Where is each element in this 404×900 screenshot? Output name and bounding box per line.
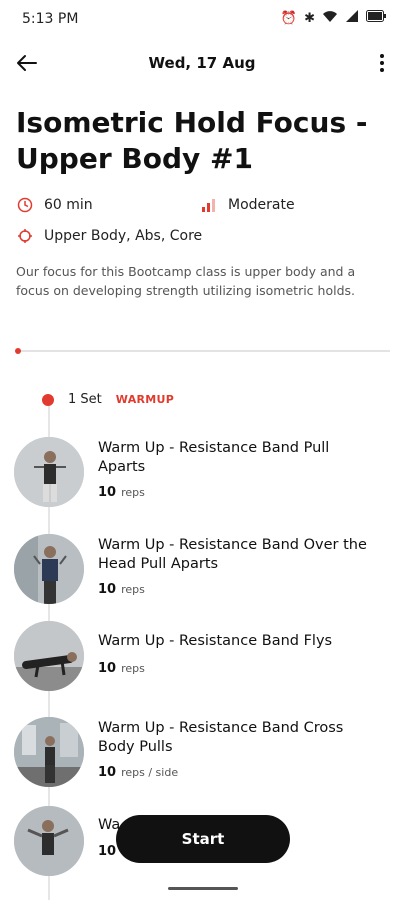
exercise-reps: 10 reps / side [98, 765, 178, 780]
home-indicator[interactable] [168, 887, 238, 890]
wifi-icon [322, 9, 338, 28]
reps-count: 10 [98, 582, 117, 597]
clock-icon [16, 196, 34, 214]
more-vertical-icon [380, 54, 384, 72]
duration-row: 60 min [16, 196, 93, 214]
exercise-thumbnail [14, 437, 84, 507]
bluetooth-icon: ✱ [304, 10, 315, 26]
set-dot-icon [42, 393, 54, 406]
focus-text: Upper Body, Abs, Core [44, 228, 203, 244]
set-header: 1 Set WARMUP [42, 392, 174, 407]
alarm-icon: ⏰ [280, 10, 298, 26]
workout-description: Our focus for this Bootcamp class is upp… [16, 264, 356, 298]
reps-unit: reps [121, 486, 145, 499]
intensity-bars-icon [200, 196, 218, 214]
reps-unit: reps / side [121, 766, 179, 779]
intensity-text: Moderate [228, 197, 295, 213]
reps-count: 10 [98, 844, 117, 859]
page-date: Wed, 17 Aug [148, 54, 256, 72]
reps-unit: reps [121, 662, 145, 675]
signal-icon [345, 9, 359, 28]
exercise-name: Warm Up - Resistance Band Pull Aparts [98, 440, 330, 475]
start-button[interactable]: Start [116, 815, 290, 863]
exercise-thumbnail [14, 806, 84, 876]
duration-text: 60 min [44, 197, 93, 213]
status-time: 5:13 PM [22, 11, 79, 27]
status-icons: ⏰ ✱ [281, 9, 386, 28]
set-tag: WARMUP [115, 393, 175, 406]
exercise-name: Warm Up - Resistance Band Over the Head … [98, 537, 367, 572]
reps-count: 10 [98, 661, 117, 676]
battery-icon [366, 10, 386, 27]
more-options-button[interactable] [372, 48, 392, 78]
exercise-reps: 10 reps [98, 661, 145, 676]
exercise-thumbnail [14, 621, 84, 691]
workout-title: Isometric Hold Focus - Upper Body #1 [16, 106, 368, 175]
workout-progress-bar [15, 348, 390, 354]
exercise-name: Warm Up - Resistance Band Cross Body Pul… [98, 720, 344, 755]
reps-unit: reps [121, 583, 145, 596]
exercise-reps: 10 reps [98, 485, 145, 500]
reps-count: 10 [98, 765, 117, 780]
intensity-row: Moderate [200, 196, 295, 214]
exercise-reps: 10 reps [98, 582, 145, 597]
set-count: 1 Set [68, 392, 102, 407]
progress-indicator [15, 348, 21, 354]
exercise-thumbnail [14, 534, 84, 604]
exercise-thumbnail [14, 717, 84, 787]
top-bar: Wed, 17 Aug [0, 42, 404, 84]
focus-row: Upper Body, Abs, Core [16, 227, 202, 245]
exercise-name: Warm Up - Resistance Band Flys [98, 633, 333, 649]
reps-count: 10 [98, 485, 117, 500]
status-bar: 5:13 PM ⏰ ✱ [0, 0, 404, 38]
target-icon [16, 227, 34, 245]
